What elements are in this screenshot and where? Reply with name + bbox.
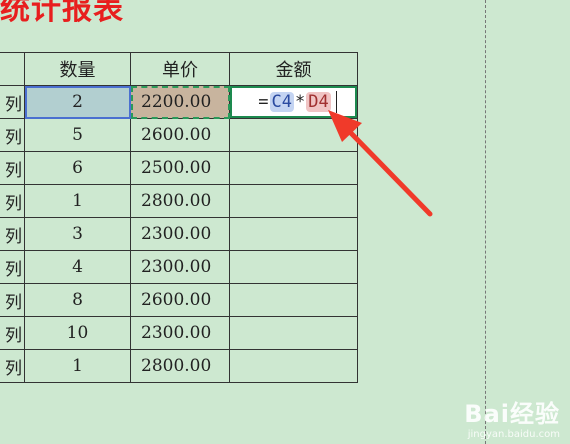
price-cell[interactable]: 2300.00	[130, 217, 230, 251]
amount-cell[interactable]	[229, 118, 358, 152]
table-row: 列 5 2600.00	[0, 118, 358, 152]
price-cell[interactable]: 2500.00	[130, 151, 230, 185]
header-cell-quantity[interactable]: 数量	[24, 52, 131, 86]
watermark: Bai经验 jingyan.baidu.com	[464, 394, 560, 440]
quantity-cell-c4[interactable]: 2	[24, 85, 131, 119]
table-row: 列 4 2300.00	[0, 250, 358, 284]
amount-cell[interactable]	[229, 217, 358, 251]
formula-operator: *	[295, 92, 306, 112]
price-cell[interactable]: 2300.00	[130, 316, 230, 350]
watermark-brand: Bai经验	[464, 400, 560, 428]
quantity-cell[interactable]: 10	[24, 316, 131, 350]
quantity-cell[interactable]: 8	[24, 283, 131, 317]
row-label-cell[interactable]: 列	[0, 316, 25, 350]
sheet-title: 统计报表	[0, 0, 124, 27]
row-label-cell[interactable]: 列	[0, 151, 25, 185]
header-cell-unit-price[interactable]: 单价	[130, 52, 230, 86]
table-row: 列 6 2500.00	[0, 151, 358, 185]
formula-ref-c4: C4	[269, 92, 294, 112]
header-cell-label[interactable]	[0, 52, 25, 86]
table-row: 列 1 2800.00	[0, 349, 358, 383]
price-cell[interactable]: 2600.00	[130, 283, 230, 317]
quantity-cell[interactable]: 1	[24, 184, 131, 218]
table-row: 列 10 2300.00	[0, 316, 358, 350]
amount-cell[interactable]	[229, 349, 358, 383]
formula-equals: =	[258, 92, 269, 112]
price-cell[interactable]: 2600.00	[130, 118, 230, 152]
quantity-cell[interactable]: 1	[24, 349, 131, 383]
amount-cell-editing[interactable]: = C4 * D4	[229, 85, 358, 119]
table-row: 列 8 2600.00	[0, 283, 358, 317]
row-label-cell[interactable]: 列	[0, 85, 25, 119]
quantity-cell[interactable]: 4	[24, 250, 131, 284]
row-label-cell[interactable]: 列	[0, 118, 25, 152]
table-row: 列 2 2200.00 = C4 * D4	[0, 85, 358, 119]
row-label-cell[interactable]: 列	[0, 184, 25, 218]
quantity-cell[interactable]: 6	[24, 151, 131, 185]
table-row: 列 1 2800.00	[0, 184, 358, 218]
quantity-cell[interactable]: 5	[24, 118, 131, 152]
amount-cell[interactable]	[229, 283, 358, 317]
price-cell-d4[interactable]: 2200.00	[130, 85, 230, 119]
quantity-cell[interactable]: 3	[24, 217, 131, 251]
page-break-line	[485, 0, 486, 444]
spreadsheet-grid: 数量 单价 金额 列 2 2200.00 = C4 * D4 列 5 2600.…	[0, 52, 358, 383]
row-label-cell[interactable]: 列	[0, 349, 25, 383]
row-label-cell[interactable]: 列	[0, 217, 25, 251]
amount-cell[interactable]	[229, 184, 358, 218]
row-label-cell[interactable]: 列	[0, 283, 25, 317]
formula-text: = C4 * D4	[250, 91, 337, 113]
price-cell[interactable]: 2800.00	[130, 184, 230, 218]
row-label-cell[interactable]: 列	[0, 250, 25, 284]
price-cell[interactable]: 2800.00	[130, 349, 230, 383]
header-cell-amount[interactable]: 金额	[229, 52, 358, 86]
table-row: 列 3 2300.00	[0, 217, 358, 251]
amount-cell[interactable]	[229, 250, 358, 284]
formula-ref-d4: D4	[306, 92, 331, 112]
amount-cell[interactable]	[229, 316, 358, 350]
amount-cell[interactable]	[229, 151, 358, 185]
watermark-url: jingyan.baidu.com	[467, 429, 560, 440]
header-row: 数量 单价 金额	[0, 52, 358, 86]
price-cell[interactable]: 2300.00	[130, 250, 230, 284]
text-cursor	[335, 91, 337, 113]
